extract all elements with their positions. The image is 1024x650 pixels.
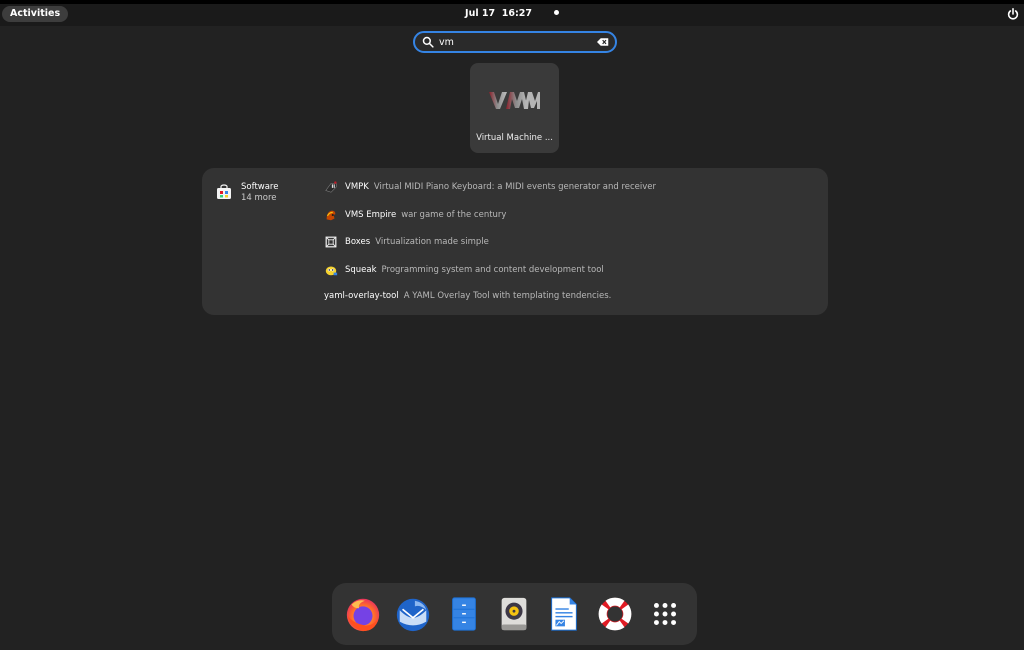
show-apps-icon[interactable] xyxy=(646,595,684,633)
result-description: war game of the century xyxy=(401,210,507,220)
clock[interactable]: Jul 17 16:27 xyxy=(0,4,1024,24)
software-result-boxes[interactable]: Boxes Virtualization made simple xyxy=(324,233,489,251)
clock-text: Jul 17 16:27 xyxy=(465,8,532,19)
notification-dot xyxy=(553,10,559,15)
result-name: VMS Empire xyxy=(345,210,397,220)
search-input[interactable] xyxy=(439,35,589,49)
firefox-icon[interactable] xyxy=(344,595,382,633)
libreoffice-writer-icon[interactable] xyxy=(545,595,583,633)
search-icon xyxy=(422,36,434,48)
thunderbird-icon[interactable] xyxy=(394,595,432,633)
result-description: A YAML Overlay Tool with templating tend… xyxy=(403,291,612,301)
app-result-virtual-machine-manager[interactable]: Virtual Machine ... xyxy=(470,63,559,153)
software-store-icon xyxy=(217,184,231,199)
result-name: yaml-overlay-tool xyxy=(324,291,399,301)
result-name: VMPK xyxy=(345,182,369,192)
power-icon[interactable] xyxy=(1006,7,1020,21)
result-name: Squeak xyxy=(345,265,377,275)
software-result-vmpk[interactable]: VMPK Virtual MIDI Piano Keyboard: a MIDI… xyxy=(324,178,656,196)
rhythmbox-icon[interactable] xyxy=(495,595,533,633)
search-box[interactable] xyxy=(413,31,617,53)
help-icon[interactable] xyxy=(596,595,634,633)
provider-name: Software xyxy=(241,182,279,192)
software-result-yaml-overlay-tool[interactable]: yaml-overlay-tool A YAML Overlay Tool wi… xyxy=(324,287,611,305)
files-icon[interactable] xyxy=(445,595,483,633)
result-name: Boxes xyxy=(345,237,371,247)
empire-icon xyxy=(326,210,336,221)
clear-search-icon[interactable] xyxy=(597,37,609,47)
app-result-label: Virtual Machine ... xyxy=(476,133,553,143)
result-description: Programming system and content developme… xyxy=(381,265,604,275)
software-results-panel: Software 14 more VMPK Virtual MIDI Piano… xyxy=(202,168,828,315)
result-description: Virtual MIDI Piano Keyboard: a MIDI even… xyxy=(373,182,657,192)
boxes-icon xyxy=(325,236,337,248)
virt-manager-icon xyxy=(489,92,540,109)
dash xyxy=(332,583,697,645)
software-result-squeak[interactable]: Squeak Programming system and content de… xyxy=(324,261,604,279)
result-description: Virtualization made simple xyxy=(375,237,489,247)
software-result-vms-empire[interactable]: VMS Empire war game of the century xyxy=(324,206,506,224)
piano-icon xyxy=(325,181,337,193)
top-bar: Activities Jul 17 16:27 xyxy=(0,0,1024,26)
provider-more: 14 more xyxy=(241,193,277,203)
squeak-icon xyxy=(325,266,338,276)
